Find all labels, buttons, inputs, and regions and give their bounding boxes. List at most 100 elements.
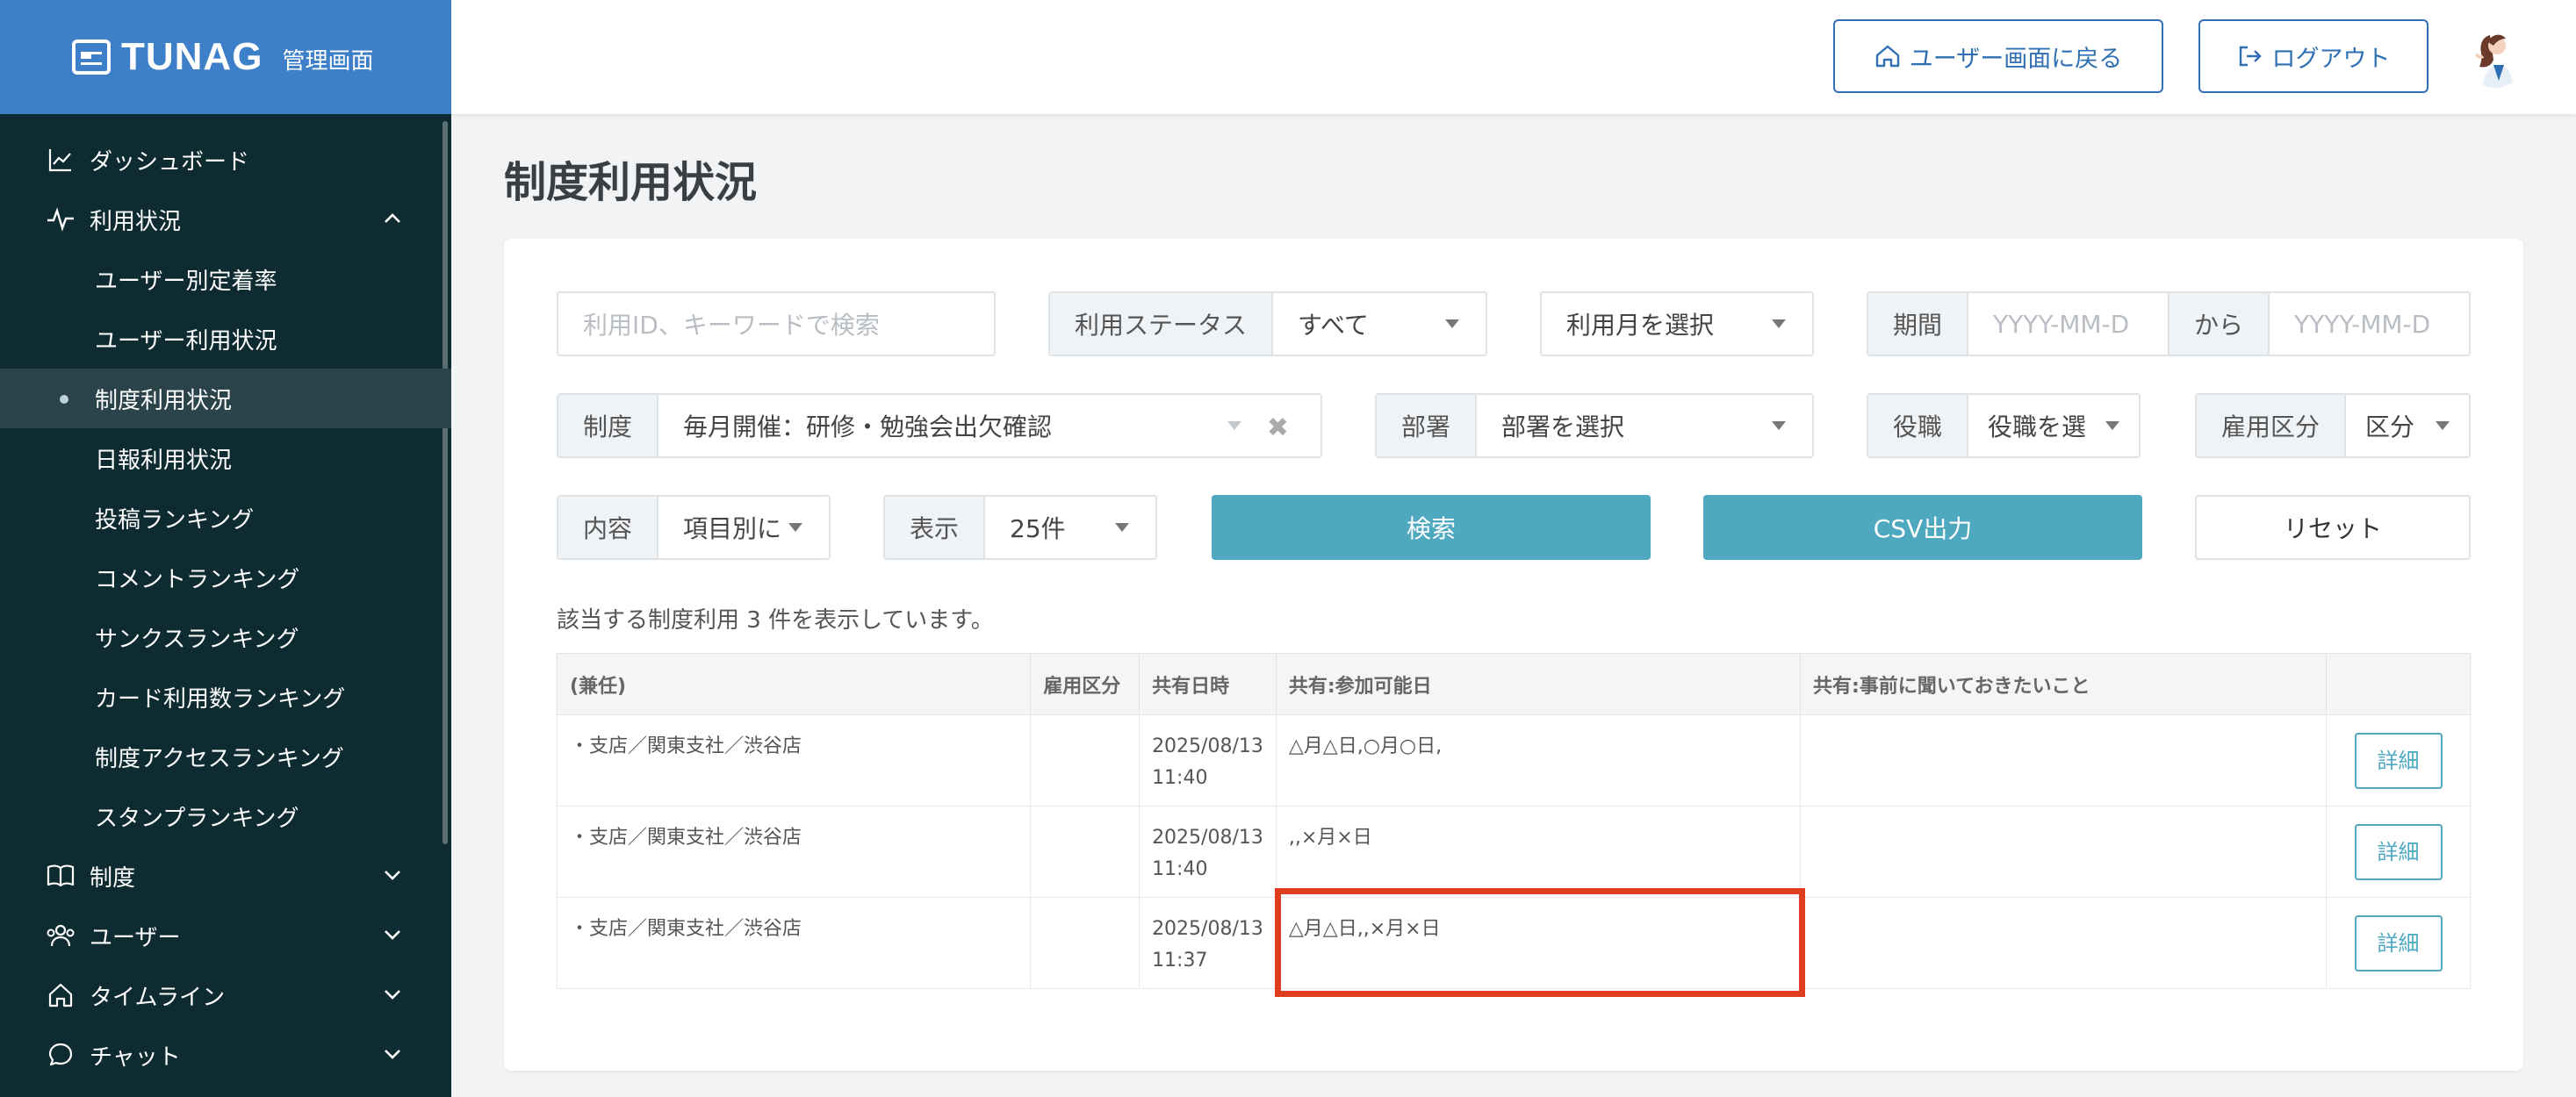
sidebar-item-user-usage[interactable]: ユーザー利用状況 [0,309,451,369]
clear-icon[interactable]: ✖ [1267,412,1289,443]
sidebar-item-label: 投稿ランキング [95,506,255,534]
usage-status-select[interactable]: 利用ステータス すべて [1048,291,1487,356]
sidebar-item-label: チャット [90,1043,181,1071]
logout-button[interactable]: ログアウト [2198,19,2428,93]
position-select[interactable]: 役職 役職を選 [1867,393,2141,458]
sidebar-item-label: ユーザー別定着率 [95,268,277,295]
sidebar-item-stamp-ranking[interactable]: スタンプランキング [0,786,451,846]
chat-bubble-icon [46,1040,76,1070]
sidebar-item-card-ranking[interactable]: カード利用数ランキング [0,667,451,727]
cell-department: ・支店／関東支社／渋谷店 [556,806,1032,898]
reset-button[interactable]: リセット [2195,495,2471,560]
cell-available-days: ,,×月×日 [1275,806,1802,898]
csv-export-button[interactable]: CSV出力 [1703,495,2142,560]
shared-time: 11:40 [1152,767,1208,789]
sidebar-item-dashboard[interactable]: ダッシュボード [0,130,451,190]
sidebar-item-comment-ranking[interactable]: コメントランキング [0,548,451,607]
department-label: 部署 [1377,395,1478,456]
detail-button[interactable]: 詳細 [2354,732,2443,789]
column-header [2326,653,2471,715]
search-button[interactable]: 検索 [1212,495,1651,560]
cell-questions [1799,897,2328,989]
period-label: 期間 [1868,293,1969,355]
sidebar-item-label: スタンプランキング [95,805,299,832]
sidebar-item-user-retention[interactable]: ユーザー別定着率 [0,249,451,309]
department-select[interactable]: 部署 部署を選択 [1375,393,1814,458]
column-header: 共有:事前に聞いておきたいこと [1799,653,2328,715]
sidebar-item-label: タイムライン [90,984,226,1011]
employment-type-label: 雇用区分 [2197,395,2347,456]
cell-available-days: △月△日,○月○日, [1275,714,1802,807]
detail-button[interactable]: 詳細 [2354,914,2443,972]
caret-down-icon [788,523,802,532]
display-count-label: 表示 [885,497,986,558]
column-header: 雇用区分 [1030,653,1140,715]
system-value: 毎月開催：研修・勉強会出欠確認 [683,412,1053,441]
cell-employment-type [1030,806,1140,898]
sidebar-item-label: 日報利用状況 [95,447,233,474]
usage-status-value: すべて [1298,311,1369,340]
keyword-search-input[interactable]: 利用ID、キーワードで検索 [557,291,996,356]
sidebar-item-label: ユーザー利用状況 [95,327,277,355]
content-value: 項目別に [683,514,782,543]
sidebar-item-post-ranking[interactable]: 投稿ランキング [0,488,451,548]
detail-button[interactable]: 詳細 [2354,823,2443,880]
sidebar-item-system[interactable]: 制度 [0,846,451,906]
sidebar-item-label: 制度 [90,864,136,892]
period-from-input[interactable]: YYYY-MM-D [1968,293,2168,355]
sidebar-item-label: サンクスランキング [95,626,299,653]
column-header: (兼任) [556,653,1032,715]
filter-and-results-card: 利用ID、キーワードで検索 利用ステータス すべて 利用月を選択 期間 YYYY… [504,239,2523,1071]
sidebar-item-system-usage[interactable]: 制度利用状況 [0,369,451,428]
pulse-icon [46,204,76,234]
usage-month-value: 利用月を選択 [1566,311,1715,340]
content-value-wrap: 項目別に [658,497,829,558]
table-row: ・支店／関東支社／渋谷店 2025/08/13 11:37 △月△日,,×月×日 … [556,897,2471,989]
chevron-down-icon [383,865,402,885]
back-to-user-screen-button[interactable]: ユーザー画面に戻る [1833,19,2163,93]
sidebar: TUNAG 管理画面 ダッシュボード 利用状況 ユーザー別定着率 ユーザー利用状… [0,0,451,1097]
cell-shared-datetime: 2025/08/13 11:40 [1139,714,1277,807]
cell-employment-type [1030,897,1140,989]
cell-employment-type [1030,714,1140,807]
back-to-user-screen-label: ユーザー画面に戻る [1909,45,2123,73]
tunag-logo-icon [72,39,111,75]
usage-month-select[interactable]: 利用月を選択 [1540,291,1814,356]
cell-questions [1799,714,2328,807]
chart-line-icon [46,145,76,175]
sidebar-item-thanks-ranking[interactable]: サンクスランキング [0,607,451,667]
sidebar-item-timeline[interactable]: タイムライン [0,965,451,1025]
sidebar-item-chat[interactable]: チャット [0,1025,451,1085]
brand-header[interactable]: TUNAG 管理画面 [0,0,451,114]
display-count-value: 25件 [1010,514,1066,543]
avatar[interactable] [2464,25,2527,88]
content-select[interactable]: 内容 項目別に [557,495,831,560]
shared-date: 2025/08/13 [1152,827,1263,849]
search-placeholder: 利用ID、キーワードで検索 [583,311,880,340]
chevron-down-icon [383,985,402,1004]
sidebar-item-users[interactable]: ユーザー [0,906,451,965]
sidebar-item-label: ユーザー [90,924,181,951]
period-to-input[interactable]: YYYY-MM-D [2270,293,2469,355]
caret-down-icon [1445,319,1459,328]
system-value-wrap: 毎月開催：研修・勉強会出欠確認 ✖ [658,395,1320,456]
top-bar: ユーザー画面に戻る ログアウト [451,0,2576,114]
period-range: 期間 YYYY-MM-D から YYYY-MM-D [1867,291,2471,356]
home-icon [46,980,76,1010]
system-select[interactable]: 制度 毎月開催：研修・勉強会出欠確認 ✖ [557,393,1322,458]
results-table: (兼任) 雇用区分 共有日時 共有:参加可能日 共有:事前に聞いておきたいこと … [556,653,2471,989]
employment-type-select[interactable]: 雇用区分 区分 [2195,393,2471,458]
sidebar-item-label: 利用状況 [90,208,182,235]
sidebar-item-system-access-ranking[interactable]: 制度アクセスランキング [0,727,451,786]
caret-down-icon [2436,421,2450,430]
employment-type-value-wrap: 区分 [2346,395,2469,456]
shared-date: 2025/08/13 [1152,735,1263,757]
display-count-select[interactable]: 表示 25件 [883,495,1157,560]
cell-shared-datetime: 2025/08/13 11:37 [1139,897,1277,989]
sidebar-nav: ダッシュボード 利用状況 ユーザー別定着率 ユーザー利用状況 制度利用状況 日報… [0,130,451,1085]
cell-department: ・支店／関東支社／渋谷店 [556,897,1032,989]
active-dot-icon [60,395,68,404]
sidebar-item-usage[interactable]: 利用状況 [0,190,451,249]
sidebar-item-daily-report[interactable]: 日報利用状況 [0,428,451,488]
position-label: 役職 [1868,395,1969,456]
